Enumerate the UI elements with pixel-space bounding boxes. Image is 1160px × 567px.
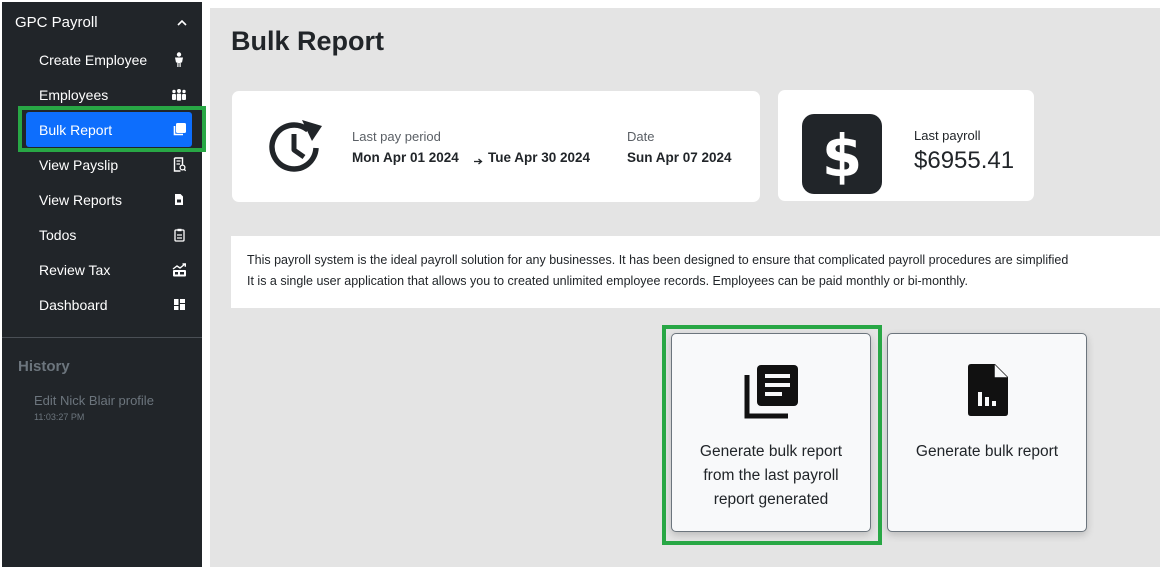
person-icon xyxy=(171,51,187,68)
sidebar-item-label: Todos xyxy=(39,226,77,243)
sidebar-item-view-reports[interactable]: View Reports xyxy=(26,182,192,217)
sidebar-item-label: View Reports xyxy=(39,191,123,208)
sidebar-item-label: Review Tax xyxy=(39,261,111,278)
info-line-1: This payroll system is the ideal payroll… xyxy=(247,253,1069,267)
period-start: Mon Apr 01 2024 xyxy=(352,150,459,165)
last-payroll-label: Last payroll xyxy=(914,128,981,143)
svg-text:$: $ xyxy=(822,122,862,190)
dollar-icon: $ xyxy=(802,114,882,199)
sidebar-item-employees[interactable]: Employees xyxy=(26,77,192,112)
history-title: History xyxy=(18,358,70,375)
sidebar-item-dashboard[interactable]: Dashboard xyxy=(26,287,192,322)
chevron-up-icon[interactable] xyxy=(176,16,188,28)
app-brand: GPC Payroll xyxy=(15,13,98,31)
sidebar: GPC Payroll Create Employee Employees Bu… xyxy=(2,2,202,567)
main-content: Bulk Report Last pay period Mon Apr 01 2… xyxy=(210,8,1160,567)
sidebar-item-create-employee[interactable]: Create Employee xyxy=(26,42,192,77)
sidebar-item-label: Dashboard xyxy=(39,296,108,313)
sidebar-item-review-tax[interactable]: Review Tax xyxy=(26,252,192,287)
history-item[interactable]: Edit Nick Blair profile xyxy=(34,393,154,408)
file-chart-icon xyxy=(965,363,1011,422)
sidebar-item-label: View Payslip xyxy=(39,156,119,173)
info-description: This payroll system is the ideal payroll… xyxy=(231,236,1160,308)
tax-chart-icon xyxy=(171,262,187,278)
last-payroll-amount: $6955.41 xyxy=(914,147,1015,174)
date-value: Sun Apr 07 2024 xyxy=(627,150,732,165)
history-item-time: 11:03:27 PM xyxy=(34,412,85,422)
sidebar-item-view-payslip[interactable]: View Payslip xyxy=(26,147,192,182)
period-end: Tue Apr 30 2024 xyxy=(488,150,591,165)
sidebar-divider xyxy=(2,337,202,338)
arrow-right-icon xyxy=(473,153,483,171)
sidebar-item-bulk-report[interactable]: Bulk Report xyxy=(26,112,192,147)
clipboard-icon xyxy=(171,227,187,243)
generate-bulk-report-label: Generate bulk report xyxy=(915,443,1059,460)
sidebar-item-label: Create Employee xyxy=(39,51,148,68)
generate-from-last-line-1: Generate bulk report xyxy=(699,443,843,460)
history-clock-icon xyxy=(264,117,328,184)
copy-icon xyxy=(171,122,187,138)
people-icon xyxy=(171,87,187,103)
sidebar-item-label: Bulk Report xyxy=(39,121,113,138)
last-pay-period-label: Last pay period xyxy=(352,129,441,144)
info-line-2: It is a single user application that all… xyxy=(247,274,968,288)
journal-icon xyxy=(744,363,800,424)
sidebar-item-label: Employees xyxy=(39,86,109,103)
generate-from-last-payroll-button[interactable]: Generate bulk report from the last payro… xyxy=(671,333,871,532)
last-pay-period-card: Last pay period Mon Apr 01 2024 Tue Apr … xyxy=(232,91,760,202)
generate-bulk-report-button[interactable]: Generate bulk report xyxy=(887,333,1087,532)
page-title: Bulk Report xyxy=(231,26,385,56)
date-label: Date xyxy=(627,129,655,144)
file-icon xyxy=(171,192,187,208)
generate-from-last-line-3: report generated xyxy=(713,491,829,508)
sidebar-header[interactable]: GPC Payroll xyxy=(2,2,202,42)
receipt-icon xyxy=(171,157,187,173)
dashboard-icon xyxy=(171,297,187,313)
generate-from-last-line-2: from the last payroll xyxy=(703,467,839,484)
sidebar-nav: Create Employee Employees Bulk Report Vi… xyxy=(2,42,202,322)
sidebar-item-todos[interactable]: Todos xyxy=(26,217,192,252)
last-payroll-card: $ Last payroll $6955.41 xyxy=(778,90,1034,201)
